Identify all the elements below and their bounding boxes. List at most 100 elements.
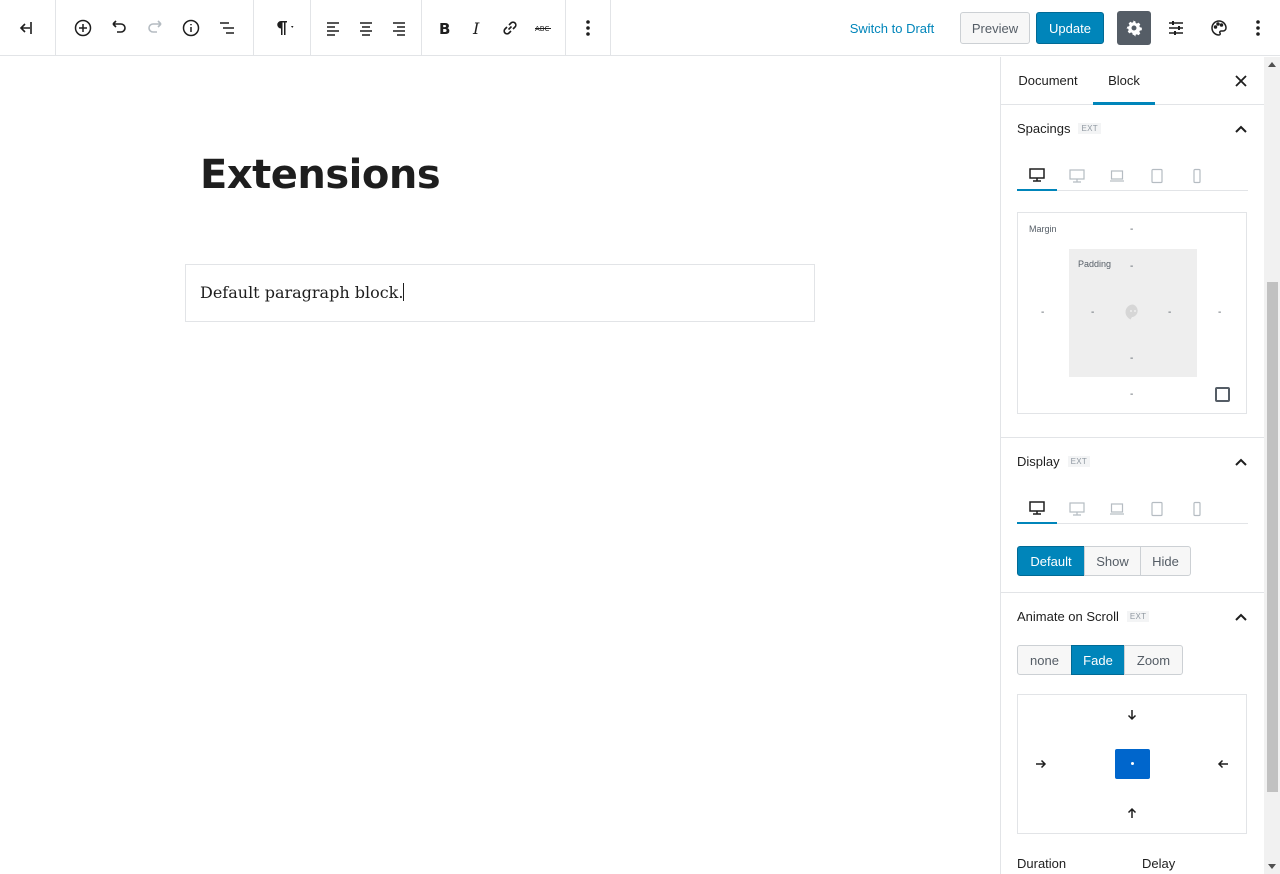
laptop-device-icon[interactable] xyxy=(1097,494,1137,524)
text-caret xyxy=(403,283,405,301)
spacings-panel-title[interactable]: Spacings EXT xyxy=(1017,121,1101,136)
desktop-device-icon[interactable] xyxy=(1017,161,1057,191)
update-button[interactable]: Update xyxy=(1036,12,1104,44)
arrow-right-icon[interactable] xyxy=(1035,758,1047,770)
wide-desktop-device-icon[interactable] xyxy=(1057,161,1097,191)
margin-right-value[interactable]: - xyxy=(1218,307,1221,318)
scroll-up-arrow[interactable] xyxy=(1268,62,1276,67)
paragraph-block-switcher-icon[interactable] xyxy=(262,10,304,46)
animation-direction-picker xyxy=(1017,694,1247,834)
animation-options: none Fade Zoom xyxy=(1017,645,1183,675)
spacings-title: Spacings xyxy=(1017,121,1071,136)
ext-badge: EXT xyxy=(1078,123,1101,134)
back-to-posts-icon[interactable] xyxy=(8,10,44,46)
display-options: Default Show Hide xyxy=(1017,546,1191,576)
link-icon[interactable] xyxy=(492,10,528,46)
animation-fade-button[interactable]: Fade xyxy=(1071,645,1125,675)
bold-icon[interactable]: B xyxy=(426,10,462,46)
chevron-up-icon[interactable] xyxy=(1234,455,1248,469)
padding-right-value[interactable]: - xyxy=(1168,307,1171,318)
spacings-device-tabs xyxy=(1017,161,1248,191)
scroll-down-arrow[interactable] xyxy=(1268,864,1276,869)
arrow-up-icon[interactable] xyxy=(1126,807,1138,819)
spacing-control: Margin - - - - Padding - - - - xyxy=(1017,212,1247,414)
editor-toolbar: B I ABC Switch to Draft Preview Update xyxy=(0,0,1280,56)
padding-left-value[interactable]: - xyxy=(1091,307,1094,318)
margin-bottom-value[interactable]: - xyxy=(1130,389,1133,400)
tablet-device-icon[interactable] xyxy=(1137,494,1177,524)
animation-none-button[interactable]: none xyxy=(1017,645,1072,675)
align-right-icon[interactable] xyxy=(381,10,417,46)
sidebar-tabs: Document Block xyxy=(1001,57,1264,105)
desktop-device-icon[interactable] xyxy=(1017,494,1057,524)
ghost-icon xyxy=(1125,304,1138,320)
padding-top-value[interactable]: - xyxy=(1130,261,1133,272)
display-panel: Display EXT Default Show Hide xyxy=(1001,438,1264,593)
margin-top-value[interactable]: - xyxy=(1130,224,1133,235)
align-center-icon[interactable] xyxy=(348,10,384,46)
ext-badge: EXT xyxy=(1126,611,1150,622)
paragraph-block[interactable]: Default paragraph block. xyxy=(185,264,815,322)
settings-sidebar: Document Block Spacings EXT Margin - - -… xyxy=(1000,57,1280,874)
spacings-panel: Spacings EXT Margin - - - - Padding - - … xyxy=(1001,105,1264,438)
sidebar-scrollbar[interactable] xyxy=(1264,57,1280,874)
display-panel-title[interactable]: Display EXT xyxy=(1017,454,1091,469)
padding-bottom-value[interactable]: - xyxy=(1130,353,1133,364)
mobile-device-icon[interactable] xyxy=(1177,161,1217,191)
undo-icon[interactable] xyxy=(101,10,137,46)
animation-zoom-button[interactable]: Zoom xyxy=(1124,645,1183,675)
ext-badge: EXT xyxy=(1067,456,1091,467)
preview-button[interactable]: Preview xyxy=(960,12,1030,44)
toolbar-separator xyxy=(310,0,311,56)
delay-label: Delay xyxy=(1142,856,1176,871)
display-title: Display xyxy=(1017,454,1060,469)
more-formatting-icon[interactable] xyxy=(570,10,606,46)
display-hide-button[interactable]: Hide xyxy=(1140,546,1191,576)
scrollbar-thumb[interactable] xyxy=(1267,282,1278,792)
add-block-icon[interactable] xyxy=(65,10,101,46)
paragraph-text[interactable]: Default paragraph block. xyxy=(200,283,403,302)
strikethrough-icon[interactable]: ABC xyxy=(525,10,561,46)
info-icon[interactable] xyxy=(173,10,209,46)
more-options-icon[interactable] xyxy=(1240,10,1276,46)
padding-label: Padding xyxy=(1078,259,1112,269)
display-device-tabs xyxy=(1017,494,1248,524)
toolbar-separator xyxy=(253,0,254,56)
arrow-left-icon[interactable] xyxy=(1217,758,1229,770)
tab-block[interactable]: Block xyxy=(1093,57,1155,105)
laptop-device-icon[interactable] xyxy=(1097,161,1137,191)
align-left-icon[interactable] xyxy=(315,10,351,46)
chevron-up-icon[interactable] xyxy=(1234,610,1248,624)
wide-desktop-device-icon[interactable] xyxy=(1057,494,1097,524)
redo-icon[interactable] xyxy=(137,10,173,46)
display-show-button[interactable]: Show xyxy=(1084,546,1141,576)
editor-canvas: Extensions Default paragraph block. xyxy=(0,57,1000,874)
block-navigation-icon[interactable] xyxy=(209,10,245,46)
toolbar-separator xyxy=(565,0,566,56)
margin-label: Margin xyxy=(1029,224,1057,234)
close-icon[interactable] xyxy=(1231,71,1251,91)
toolbar-separator xyxy=(421,0,422,56)
chevron-up-icon[interactable] xyxy=(1234,122,1248,136)
palette-icon[interactable] xyxy=(1201,10,1237,46)
block-settings-sliders-icon[interactable] xyxy=(1158,10,1194,46)
tablet-device-icon[interactable] xyxy=(1137,161,1177,191)
animate-panel-title[interactable]: Animate on Scroll EXT xyxy=(1017,609,1150,624)
padding-area: Padding - - - - xyxy=(1069,249,1197,377)
toolbar-separator xyxy=(55,0,56,56)
duration-label: Duration xyxy=(1017,856,1067,871)
post-title[interactable]: Extensions xyxy=(200,152,441,198)
italic-icon[interactable]: I xyxy=(459,10,495,46)
arrow-down-icon[interactable] xyxy=(1126,709,1138,721)
switch-to-draft-button[interactable]: Switch to Draft xyxy=(840,12,944,44)
display-default-button[interactable]: Default xyxy=(1017,546,1085,576)
link-values-checkbox[interactable] xyxy=(1215,387,1230,402)
tab-document[interactable]: Document xyxy=(1017,57,1079,105)
margin-left-value[interactable]: - xyxy=(1041,307,1044,318)
settings-gear-icon[interactable] xyxy=(1117,11,1151,45)
direction-center-button[interactable] xyxy=(1115,749,1150,779)
mobile-device-icon[interactable] xyxy=(1177,494,1217,524)
svg-text:I: I xyxy=(472,19,480,38)
svg-text:B: B xyxy=(439,20,450,38)
animate-title: Animate on Scroll xyxy=(1017,609,1119,624)
